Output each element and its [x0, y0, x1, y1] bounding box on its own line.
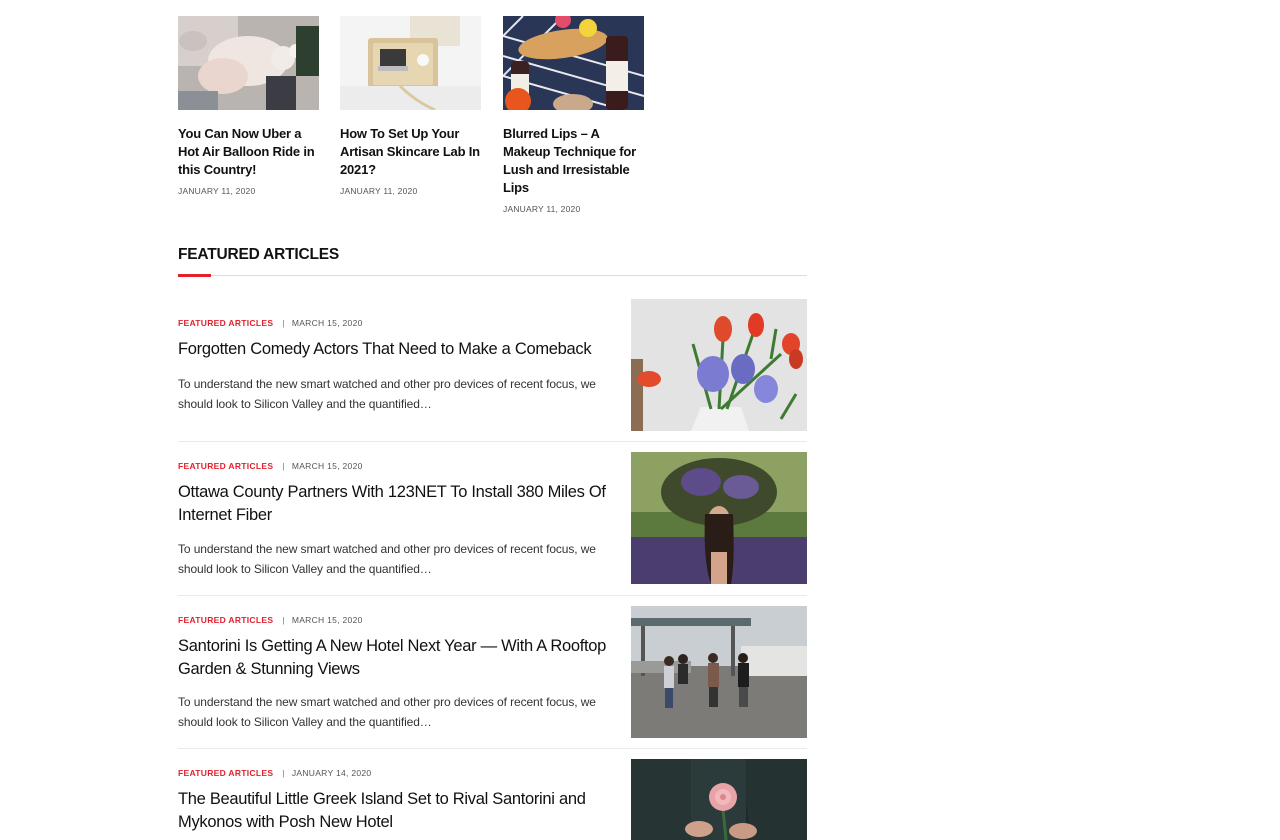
article-divider	[178, 748, 807, 749]
article-category-link[interactable]: FEATURED ARTICLES	[178, 768, 273, 778]
article-item: FEATURED ARTICLES | MARCH 15, 2020 Santori…	[178, 606, 807, 738]
article-category-link[interactable]: FEATURED ARTICLES	[178, 318, 273, 328]
meta-separator: |	[282, 615, 285, 625]
meta-separator: |	[282, 461, 285, 471]
article-date: MARCH 15, 2020	[291, 615, 363, 625]
article-item: FEATURED ARTICLES | JANUARY 14, 2020 The B…	[178, 759, 807, 840]
post-card: Blurred Lips – A Makeup Technique for Lu…	[503, 16, 644, 214]
post-thumbnail[interactable]	[178, 16, 319, 110]
section-accent-bar	[178, 274, 211, 277]
post-date: JANUARY 11, 2020	[178, 186, 256, 196]
article-excerpt: To understand the new smart watched and …	[178, 695, 596, 729]
article-meta: FEATURED ARTICLES | MARCH 15, 2020	[178, 461, 363, 471]
article-date: MARCH 15, 2020	[291, 318, 363, 328]
article-excerpt: To understand the new smart watched and …	[178, 377, 596, 411]
article-meta: FEATURED ARTICLES | JANUARY 14, 2020	[178, 768, 371, 778]
section-divider	[178, 275, 807, 276]
post-title[interactable]: Blurred Lips – A Makeup Technique for Lu…	[503, 125, 644, 197]
article-date: MARCH 15, 2020	[291, 461, 363, 471]
article-divider	[178, 441, 807, 442]
post-date: JANUARY 11, 2020	[503, 204, 581, 214]
post-title[interactable]: You Can Now Uber a Hot Air Balloon Ride …	[178, 125, 319, 179]
post-thumbnail[interactable]	[503, 16, 644, 110]
meta-separator: |	[282, 768, 285, 778]
article-divider	[178, 595, 807, 596]
related-posts-row: You Can Now Uber a Hot Air Balloon Ride …	[178, 16, 807, 216]
article-title[interactable]: Santorini Is Getting A New Hotel Next Ye…	[178, 635, 608, 680]
article-meta: FEATURED ARTICLES | MARCH 15, 2020	[178, 318, 363, 328]
article-photo[interactable]	[631, 299, 807, 431]
section-header: FEATURED ARTICLES	[178, 246, 807, 278]
article-meta: FEATURED ARTICLES | MARCH 15, 2020	[178, 615, 363, 625]
article-excerpt: To understand the new smart watched and …	[178, 542, 596, 576]
article-photo[interactable]	[631, 759, 807, 840]
post-thumbnail[interactable]	[340, 16, 481, 110]
article-title[interactable]: The Beautiful Little Greek Island Set to…	[178, 788, 608, 833]
article-date: JANUARY 14, 2020	[291, 768, 372, 778]
section-title: FEATURED ARTICLES	[178, 246, 340, 263]
post-date: JANUARY 11, 2020	[340, 186, 418, 196]
post-title[interactable]: How To Set Up Your Artisan Skincare Lab …	[340, 125, 481, 179]
post-card: You Can Now Uber a Hot Air Balloon Ride …	[178, 16, 319, 196]
article-category-link[interactable]: FEATURED ARTICLES	[178, 615, 273, 625]
meta-separator: |	[282, 318, 285, 328]
post-card: How To Set Up Your Artisan Skincare Lab …	[340, 16, 481, 196]
article-title[interactable]: Forgotten Comedy Actors That Need to Mak…	[178, 338, 608, 361]
article-title[interactable]: Ottawa County Partners With 123NET To In…	[178, 481, 608, 526]
article-photo[interactable]	[631, 606, 807, 738]
article-photo[interactable]	[631, 452, 807, 584]
article-item: FEATURED ARTICLES | MARCH 15, 2020 Ottawa …	[178, 452, 807, 584]
article-category-link[interactable]: FEATURED ARTICLES	[178, 461, 273, 471]
article-item: FEATURED ARTICLES | MARCH 15, 2020 Forgott…	[178, 299, 807, 431]
